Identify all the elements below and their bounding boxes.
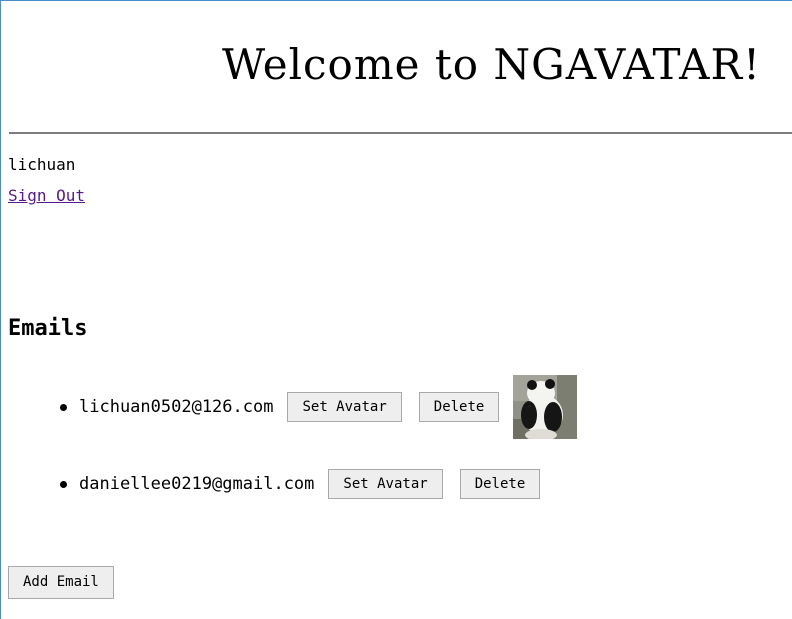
email-list-item: daniellee0219@gmail.com Set Avatar Delet… [48, 469, 541, 499]
avatar [513, 375, 578, 439]
page: Welcome to NGAVATAR! lichuan Sign Out Em… [0, 0, 792, 619]
email-address: daniellee0219@gmail.com [79, 474, 315, 494]
email-list-item: lichuan0502@126.com Set Avatar Delete [48, 375, 578, 439]
sign-out-link[interactable]: Sign Out [8, 186, 85, 206]
bullet-icon [60, 403, 67, 411]
email-address: lichuan0502@126.com [79, 397, 274, 417]
delete-button[interactable]: Delete [418, 392, 500, 422]
username: lichuan [8, 155, 76, 174]
emails-heading: Emails [8, 316, 88, 341]
set-avatar-button[interactable]: Set Avatar [287, 392, 402, 422]
delete-button[interactable]: Delete [459, 469, 541, 499]
page-title: Welcome to NGAVATAR! [222, 40, 761, 89]
panda-avatar-image-icon [513, 375, 578, 439]
add-email-button[interactable]: Add Email [8, 566, 114, 599]
set-avatar-button[interactable]: Set Avatar [328, 469, 443, 499]
bullet-icon [60, 480, 67, 488]
header-divider [9, 132, 792, 134]
